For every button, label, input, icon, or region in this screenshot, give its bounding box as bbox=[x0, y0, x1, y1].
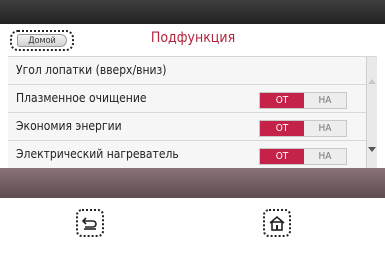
energy-saving-toggle[interactable]: ОТ НА bbox=[259, 120, 347, 137]
chevron-up-icon[interactable] bbox=[368, 79, 376, 84]
subfunction-panel: Домой Подфункция Угол лопатки (вверх/вни… bbox=[8, 24, 377, 192]
electric-heater-toggle[interactable]: ОТ НА bbox=[259, 148, 347, 165]
toggle-on-option[interactable]: ОТ bbox=[260, 149, 304, 164]
toggle-off-option[interactable]: НА bbox=[304, 121, 346, 136]
device-top-bezel bbox=[0, 0, 385, 24]
toggle-on-option[interactable]: ОТ bbox=[260, 93, 304, 108]
page-title: Подфункция bbox=[150, 30, 236, 46]
back-button[interactable] bbox=[76, 209, 104, 237]
back-arrow-icon bbox=[81, 217, 97, 230]
plasma-toggle[interactable]: ОТ НА bbox=[259, 92, 347, 109]
toggle-off-option[interactable]: НА bbox=[304, 149, 346, 164]
device-bottom-bezel bbox=[0, 168, 385, 198]
row-label: Электрический нагреватель bbox=[16, 147, 179, 161]
row-label: Угол лопатки (вверх/вниз) bbox=[16, 63, 167, 77]
toggle-off-option[interactable]: НА bbox=[304, 93, 346, 108]
panel-header: Домой Подфункция bbox=[8, 24, 377, 57]
list-item-vane-angle[interactable]: Угол лопатки (вверх/вниз) bbox=[8, 57, 366, 85]
home-back-button-highlight[interactable]: Домой bbox=[10, 30, 74, 51]
list-item-energy-saving: Экономия энергии ОТ НА bbox=[8, 113, 366, 141]
home-icon bbox=[269, 215, 285, 231]
row-label: Плазменное очищение bbox=[16, 91, 147, 105]
home-button[interactable] bbox=[263, 209, 291, 237]
row-label: Экономия энергии bbox=[16, 119, 122, 133]
list-item-electric-heater: Электрический нагреватель ОТ НА bbox=[8, 141, 366, 169]
list-item-plasma: Плазменное очищение ОТ НА bbox=[8, 85, 366, 113]
home-back-button[interactable]: Домой bbox=[17, 34, 67, 47]
toggle-on-option[interactable]: ОТ bbox=[260, 121, 304, 136]
chevron-down-icon[interactable] bbox=[368, 147, 376, 152]
